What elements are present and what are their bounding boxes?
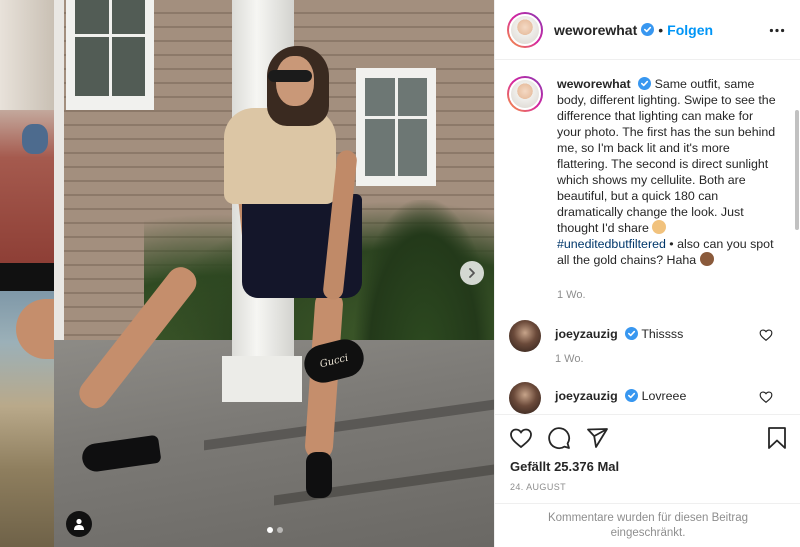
follow-button[interactable]: Folgen	[667, 22, 713, 38]
verified-badge-icon	[638, 77, 652, 90]
commenter-username[interactable]: joeyzauzig	[555, 327, 618, 341]
comment-text: Lovreee	[641, 389, 687, 403]
heart-icon[interactable]	[509, 426, 533, 450]
comments-scrollbar[interactable]	[794, 60, 800, 414]
carousel-dot-active	[267, 527, 273, 533]
caption-body: Same outfit, same body, different lighti…	[557, 77, 776, 235]
previous-image-leg	[16, 299, 54, 359]
previous-image-gap	[0, 263, 54, 291]
likes-count[interactable]: Gefällt 25.376 Mal	[510, 459, 619, 474]
comment-text: Thissss	[641, 327, 684, 341]
action-icons	[509, 426, 609, 450]
previous-image-wall	[0, 0, 54, 110]
comment-bubble-icon[interactable]	[547, 426, 571, 450]
comment-item: joeyzauzig Thissss 1 Wo.	[507, 320, 683, 365]
house-trim	[54, 0, 64, 360]
loafer-right	[306, 452, 332, 498]
more-options-icon	[769, 28, 785, 32]
author-avatar[interactable]	[507, 11, 543, 48]
carousel-dot	[277, 527, 283, 533]
monkey-emoji	[699, 252, 714, 266]
comment-timestamp: 1 Wo.	[555, 353, 584, 365]
commenter-avatar[interactable]	[509, 382, 541, 414]
post-image[interactable]: Gucci	[54, 0, 494, 547]
post-panel: weworewhat • Folgen weworewhat Same outf…	[494, 0, 800, 547]
caption-text: weworewhat Same outfit, same body, diffe…	[557, 76, 777, 268]
house-window-right	[356, 68, 436, 186]
author-username[interactable]: weworewhat	[554, 22, 637, 38]
header-separator: •	[658, 21, 664, 38]
post-date[interactable]: 24. AUGUST	[510, 482, 566, 492]
commenter-username[interactable]: joeyzauzig	[555, 389, 618, 403]
previous-image-top	[0, 0, 54, 263]
post-header: weworewhat • Folgen	[495, 0, 800, 60]
carousel-indicator	[267, 527, 283, 533]
previous-image-bottom	[0, 291, 54, 547]
waving-hand-emoji	[652, 220, 667, 234]
tagged-users-button[interactable]	[66, 511, 92, 537]
previous-post-image[interactable]	[0, 0, 54, 547]
comment-like-icon[interactable]	[759, 328, 773, 342]
bookmark-icon[interactable]	[765, 426, 789, 450]
hashtag-link[interactable]: #uneditedbutfiltered	[557, 237, 666, 251]
verified-badge-icon	[625, 389, 639, 402]
post-actions: Gefällt 25.376 Mal 24. AUGUST Kommentare…	[495, 414, 800, 547]
porch-pillar-base	[222, 356, 302, 402]
caption-username[interactable]: weworewhat	[557, 77, 631, 91]
comment-item: joeyzauzig Lovreee	[507, 382, 686, 414]
verified-badge-icon	[625, 327, 639, 340]
house-window-left	[66, 0, 154, 110]
comments-section[interactable]: weworewhat Same outfit, same body, diffe…	[495, 60, 800, 414]
sunglasses	[268, 70, 312, 82]
comments-restricted-notice: Kommentare wurden für diesen Beitrag ein…	[495, 503, 800, 547]
more-options-button[interactable]	[767, 20, 787, 40]
verified-badge-icon	[641, 23, 655, 36]
next-image-button[interactable]	[460, 261, 484, 285]
caption: weworewhat Same outfit, same body, diffe…	[507, 76, 777, 268]
commenter-avatar[interactable]	[509, 320, 541, 352]
user-tag-icon	[74, 518, 84, 530]
chevron-right-icon	[469, 268, 475, 278]
comment-like-icon[interactable]	[759, 390, 773, 404]
paper-plane-icon[interactable]	[585, 426, 609, 450]
bag-logo: Gucci	[318, 352, 350, 370]
caption-timestamp: 1 Wo.	[557, 289, 586, 301]
caption-avatar[interactable]	[507, 76, 543, 112]
previous-image-vase	[22, 124, 48, 154]
